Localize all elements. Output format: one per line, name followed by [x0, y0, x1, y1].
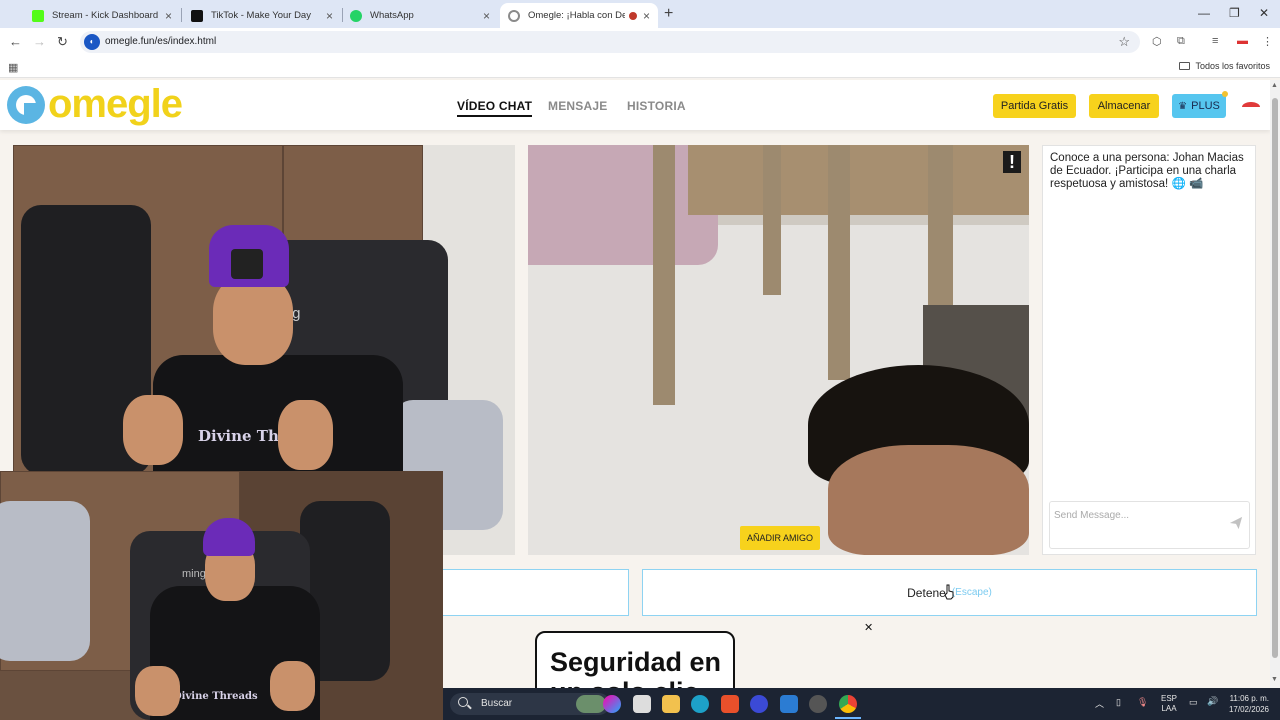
- report-button[interactable]: !: [1003, 151, 1021, 173]
- close-icon[interactable]: ×: [165, 9, 172, 23]
- taskbar-clock[interactable]: 11:06 p. m. 17/02/2026: [1227, 693, 1269, 715]
- search-highlight-image: [576, 695, 606, 713]
- brave-icon[interactable]: [721, 695, 739, 713]
- send-icon[interactable]: [1229, 516, 1243, 530]
- windows-taskbar: Buscar ︿ ▯ 🎙 ESP LAA ▭ 🔊 11:06 p. m. 17/…: [443, 688, 1280, 720]
- page-scrollbar[interactable]: ▲ ▼: [1270, 80, 1280, 688]
- restore-icon[interactable]: ❐: [1229, 6, 1240, 20]
- message-composer: [1049, 501, 1250, 549]
- app-icon[interactable]: [750, 695, 768, 713]
- omegle-favicon-icon: [508, 9, 520, 22]
- site-header: omegle VÍDEO CHAT MENSAJE HISTORIA Parti…: [0, 80, 1270, 130]
- language-flag-icon[interactable]: [1242, 102, 1260, 112]
- file-explorer-icon[interactable]: [662, 695, 680, 713]
- menu-dots-icon[interactable]: ⋮: [1262, 35, 1273, 48]
- close-icon[interactable]: ×: [483, 9, 490, 23]
- omegle-logo-icon[interactable]: [7, 86, 45, 124]
- address-bar[interactable]: ◐ omegle.fun/es/index.html ☆: [80, 31, 1140, 53]
- tab-title: Omegle: ¡Habla con Descon: [528, 10, 625, 21]
- recording-icon: [628, 11, 637, 20]
- stranger-video: ! AÑADIR AMIGO: [528, 145, 1029, 555]
- extension-shield-icon[interactable]: ⬡: [1152, 35, 1162, 48]
- volume-icon[interactable]: 🔊: [1207, 696, 1218, 707]
- site-info-icon[interactable]: ◐: [84, 34, 100, 50]
- scroll-down-icon[interactable]: ▼: [1271, 676, 1278, 683]
- minimize-icon[interactable]: —: [1198, 6, 1210, 20]
- tab-omegle[interactable]: Omegle: ¡Habla con Descon ×: [500, 3, 658, 28]
- tray-chevron-icon[interactable]: ︿: [1095, 697, 1104, 710]
- copilot-icon[interactable]: [603, 695, 621, 713]
- all-bookmarks-button[interactable]: Todos los favoritos: [1179, 61, 1270, 71]
- reload-icon[interactable]: ↻: [57, 34, 68, 50]
- browser-tab-bar: Stream - Kick Dashboard × TikTok - Make …: [0, 0, 1280, 28]
- folder-icon: [1179, 62, 1191, 70]
- mail-icon[interactable]: [780, 695, 798, 713]
- logo-text[interactable]: omegle: [48, 82, 183, 127]
- self-camera-overlay: ming Divine Threads: [0, 471, 443, 720]
- edge-icon[interactable]: [691, 695, 709, 713]
- scroll-thumb[interactable]: [1272, 98, 1278, 658]
- chrome-icon[interactable]: [839, 695, 857, 713]
- tab-title: Stream - Kick Dashboard: [52, 10, 159, 21]
- close-icon[interactable]: ×: [643, 9, 650, 23]
- tab-kick[interactable]: Stream - Kick Dashboard ×: [24, 3, 180, 28]
- url-text[interactable]: omegle.fun/es/index.html: [105, 36, 216, 47]
- hand-cursor-icon: [944, 584, 954, 600]
- nav-message[interactable]: MENSAJE: [548, 99, 607, 113]
- obs-icon[interactable]: [809, 695, 827, 713]
- apps-grid-icon[interactable]: ▦: [8, 61, 18, 74]
- bookmarks-label: Todos los favoritos: [1195, 61, 1270, 71]
- close-window-icon[interactable]: ✕: [1259, 6, 1269, 20]
- search-label: Buscar: [481, 698, 513, 709]
- extensions-icon[interactable]: ⧉: [1177, 35, 1185, 48]
- language-indicator[interactable]: ESP LAA: [1161, 694, 1177, 714]
- store-button[interactable]: Almacenar: [1089, 94, 1159, 118]
- bookmark-star-icon[interactable]: ☆: [1118, 34, 1130, 50]
- display-icon[interactable]: ▭: [1189, 697, 1198, 708]
- tab-title: WhatsApp: [370, 10, 414, 21]
- plus-button[interactable]: ♛ PLUS: [1172, 94, 1226, 118]
- notification-dot: [1222, 91, 1228, 97]
- profile-icon[interactable]: ▬: [1237, 35, 1248, 47]
- forward-icon[interactable]: →: [33, 34, 46, 49]
- nav-video-chat[interactable]: VÍDEO CHAT: [457, 99, 533, 117]
- back-icon[interactable]: ←: [9, 34, 22, 49]
- store-app-icon[interactable]: [633, 695, 651, 713]
- scroll-up-icon[interactable]: ▲: [1271, 82, 1278, 89]
- chat-panel: Conoce a una persona: Johan Macias de Ec…: [1042, 145, 1256, 555]
- browser-toolbar: ← → ↻ ◐ omegle.fun/es/index.html ☆ ⬡ ⧉ ≡…: [0, 28, 1280, 56]
- tab-title: TikTok - Make Your Day: [211, 10, 311, 21]
- add-friend-button[interactable]: AÑADIR AMIGO: [740, 526, 821, 550]
- free-match-button[interactable]: Partida Gratis: [993, 94, 1076, 118]
- bookmarks-bar: ▦ Todos los favoritos: [0, 56, 1280, 78]
- battery-icon[interactable]: ▯: [1116, 697, 1121, 708]
- nav-history[interactable]: HISTORIA: [627, 99, 686, 113]
- whatsapp-favicon-icon: [350, 9, 362, 22]
- self-shirt-text: Divine Threads: [173, 691, 258, 702]
- tab-tiktok[interactable]: TikTok - Make Your Day ×: [183, 3, 341, 28]
- tab-whatsapp[interactable]: WhatsApp ×: [342, 3, 498, 28]
- microphone-icon[interactable]: 🎙: [1137, 697, 1148, 708]
- taskbar-search[interactable]: Buscar: [450, 693, 610, 715]
- close-icon[interactable]: ×: [326, 9, 333, 23]
- kick-favicon-icon: [32, 9, 44, 22]
- new-tab-icon[interactable]: +: [664, 5, 673, 23]
- next-button[interactable]: [443, 569, 629, 616]
- plus-label: PLUS: [1191, 100, 1220, 112]
- tiktok-favicon-icon: [191, 9, 203, 22]
- message-input[interactable]: [1054, 506, 1224, 524]
- media-controls-icon[interactable]: ≡: [1212, 35, 1218, 47]
- stop-hint: (Escape): [951, 587, 992, 598]
- search-icon: [458, 697, 468, 707]
- close-promo-icon[interactable]: ✕: [864, 621, 873, 634]
- system-message: Conoce a una persona: Johan Macias de Ec…: [1050, 152, 1244, 190]
- crown-icon: ♛: [1178, 100, 1188, 112]
